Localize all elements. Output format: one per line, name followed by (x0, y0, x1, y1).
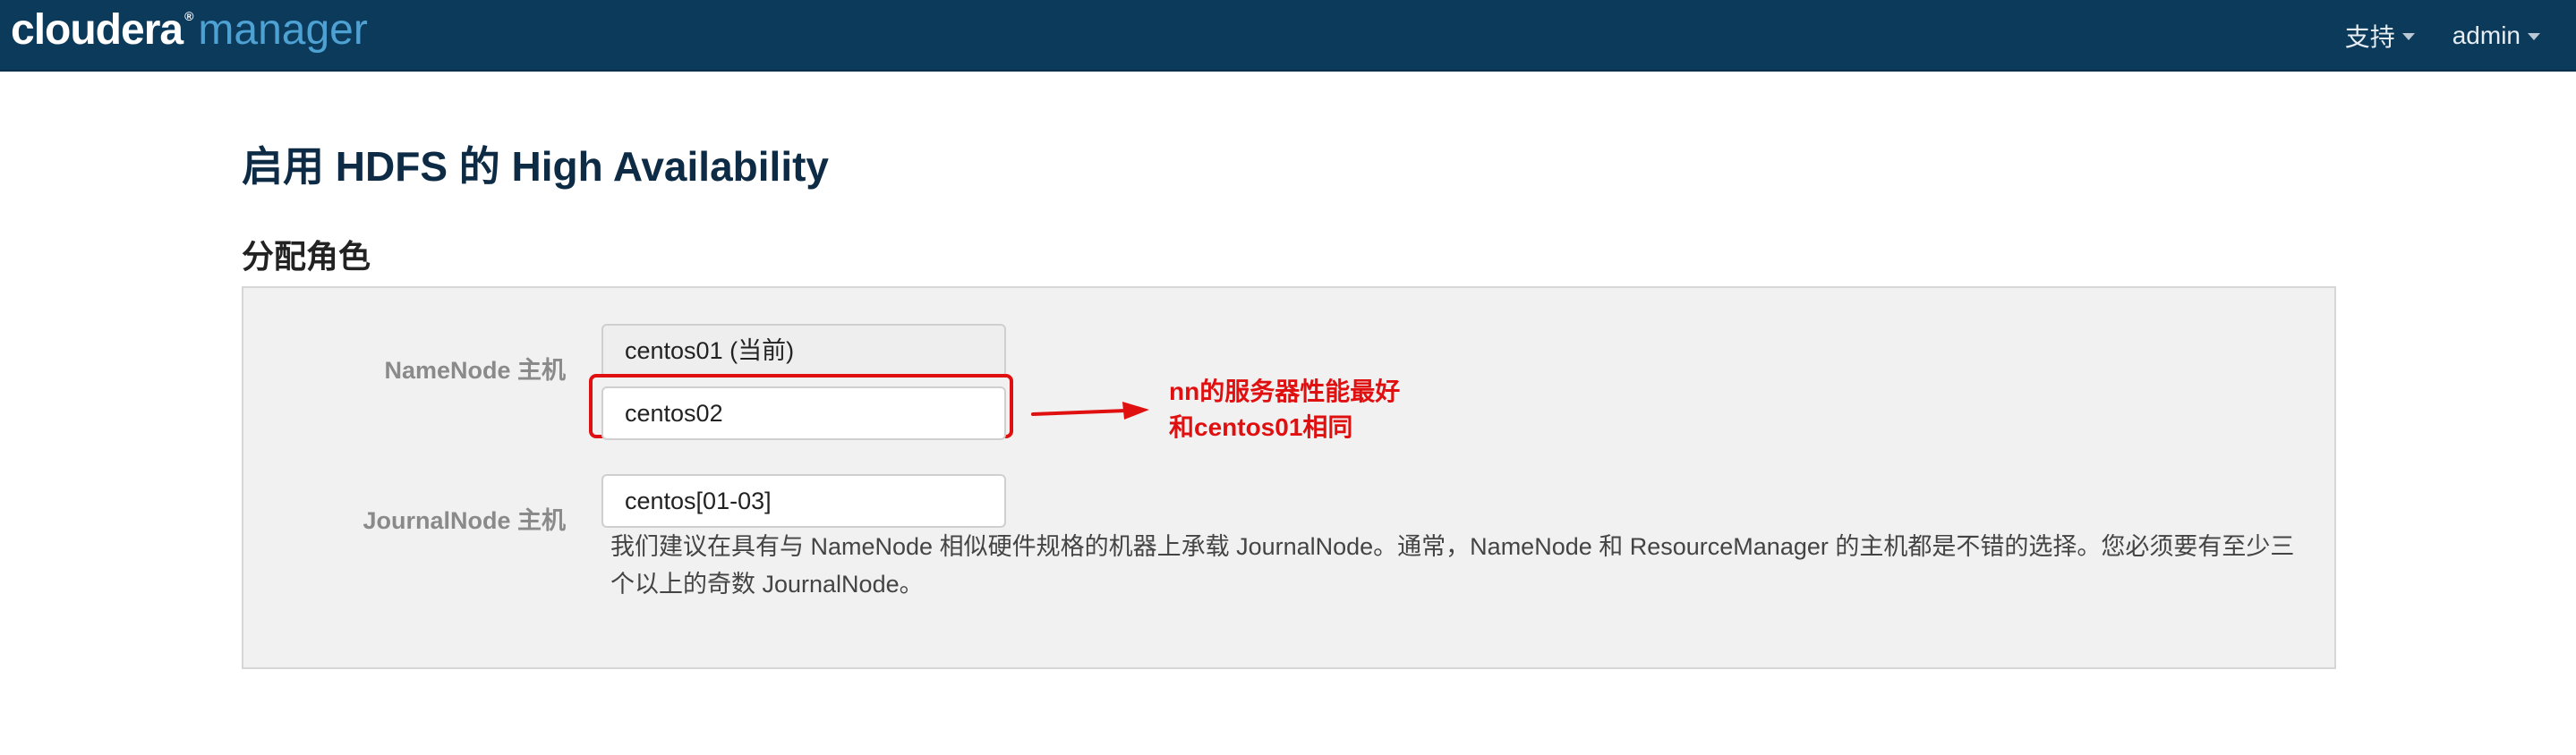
page-title: 启用 HDFS 的 High Availability (242, 143, 829, 190)
support-menu-label: 支持 (2344, 23, 2395, 51)
brand-secondary: manager (198, 6, 368, 54)
navbar-menu: 支持 admin (2345, 0, 2540, 72)
annotation-text: nn的服务器性能最好 和centos01相同 (1169, 378, 1401, 441)
journalnode-host-input[interactable]: centos[01-03] (601, 474, 1006, 528)
journalnode-help-text: 我们建议在具有与 NameNode 相似硬件规格的机器上承载 JournalNo… (610, 533, 2295, 598)
support-menu[interactable]: 支持 (2345, 18, 2415, 54)
user-menu[interactable]: admin (2452, 21, 2540, 50)
chevron-down-icon (2528, 33, 2540, 40)
namenode-current-host-field: centos01 (当前) (601, 324, 1006, 378)
annotation-arrow-icon (1031, 402, 1149, 420)
top-navbar: cloudera ® manager 支持 admin (0, 0, 2576, 72)
namenode-second-host-input[interactable]: centos02 (601, 386, 1006, 440)
brand-primary: cloudera (11, 6, 183, 54)
cloudera-manager-logo[interactable]: cloudera ® manager (11, 5, 368, 59)
journalnode-host-label: JournalNode 主机 (363, 507, 566, 534)
brand-registered-mark: ® (184, 9, 193, 23)
section-title: 分配角色 (242, 238, 371, 275)
chevron-down-icon (2401, 33, 2415, 40)
namenode-host-label: NameNode 主机 (384, 357, 566, 384)
assign-roles-panel: NameNode 主机 centos01 (当前) centos02 Journ… (242, 286, 2336, 669)
user-menu-label: admin (2452, 21, 2521, 49)
